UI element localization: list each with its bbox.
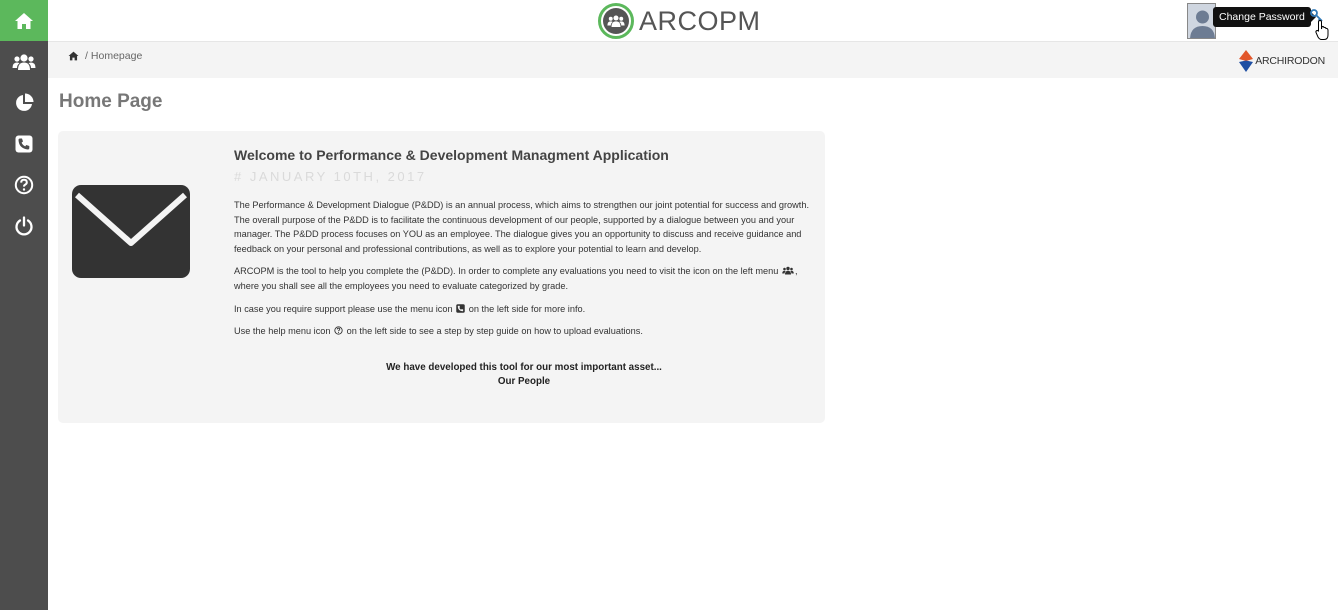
change-password-tooltip: Change Password: [1213, 7, 1316, 27]
home-icon[interactable]: [68, 51, 79, 61]
hand-cursor-icon: [1315, 19, 1329, 40]
sidebar: [0, 0, 48, 610]
sidebar-item-logout[interactable]: [0, 205, 48, 246]
welcome-date: # JANUARY 10TH, 2017: [234, 169, 427, 184]
sidebar-item-help[interactable]: [0, 164, 48, 205]
breadcrumb-separator: /: [85, 50, 88, 62]
breadcrumb: / Homepage: [68, 50, 142, 62]
closing-statement: We have developed this tool for our most…: [234, 361, 814, 389]
envelope-icon: [72, 185, 190, 278]
users-icon: [607, 15, 625, 27]
arcopm-paragraph: ARCOPM is the tool to help you complete …: [234, 266, 798, 291]
sidebar-item-employees[interactable]: [0, 41, 48, 82]
sidebar-item-reports[interactable]: [0, 82, 48, 123]
intro-paragraph: The Performance & Development Dialogue (…: [234, 200, 810, 254]
user-avatar[interactable]: [1187, 3, 1216, 39]
welcome-heading: Welcome to Performance & Development Man…: [234, 147, 669, 163]
company-brand-text: ARCHIRODON: [1255, 55, 1325, 67]
users-icon: [12, 53, 36, 70]
closing-line-2: Our People: [497, 375, 551, 387]
home-icon: [15, 12, 33, 29]
support-paragraph: In case you require support please use t…: [234, 303, 586, 314]
closing-line-1: We have developed this tool for our most…: [386, 361, 662, 373]
help-paragraph: Use the help menu icon on the left side …: [234, 326, 643, 337]
breadcrumb-current: Homepage: [90, 50, 143, 62]
top-bar: ARCOPM Change Password: [48, 0, 1338, 42]
page-title: Home Page: [59, 91, 163, 112]
app-logo-text: ARCOPM: [639, 5, 761, 36]
sidebar-item-support[interactable]: [0, 123, 48, 164]
question-icon: [14, 175, 34, 194]
company-logo-icon: [1239, 50, 1254, 72]
pie-chart-icon: [16, 93, 34, 111]
logo-badge: [598, 3, 634, 39]
welcome-content: Welcome to Performance & Development Man…: [234, 147, 814, 389]
company-brand: ARCHIRODON: [1239, 50, 1325, 72]
breadcrumb-bar: / Homepage ARCHIRODON: [48, 42, 1338, 78]
phone-icon: [456, 303, 465, 313]
app-logo[interactable]: ARCOPM: [598, 3, 761, 39]
phone-icon: [15, 135, 33, 152]
users-icon: [782, 267, 794, 275]
power-icon: [15, 215, 33, 235]
sidebar-item-home[interactable]: [0, 0, 48, 41]
question-icon: [334, 326, 343, 335]
welcome-card: Welcome to Performance & Development Man…: [58, 131, 825, 423]
